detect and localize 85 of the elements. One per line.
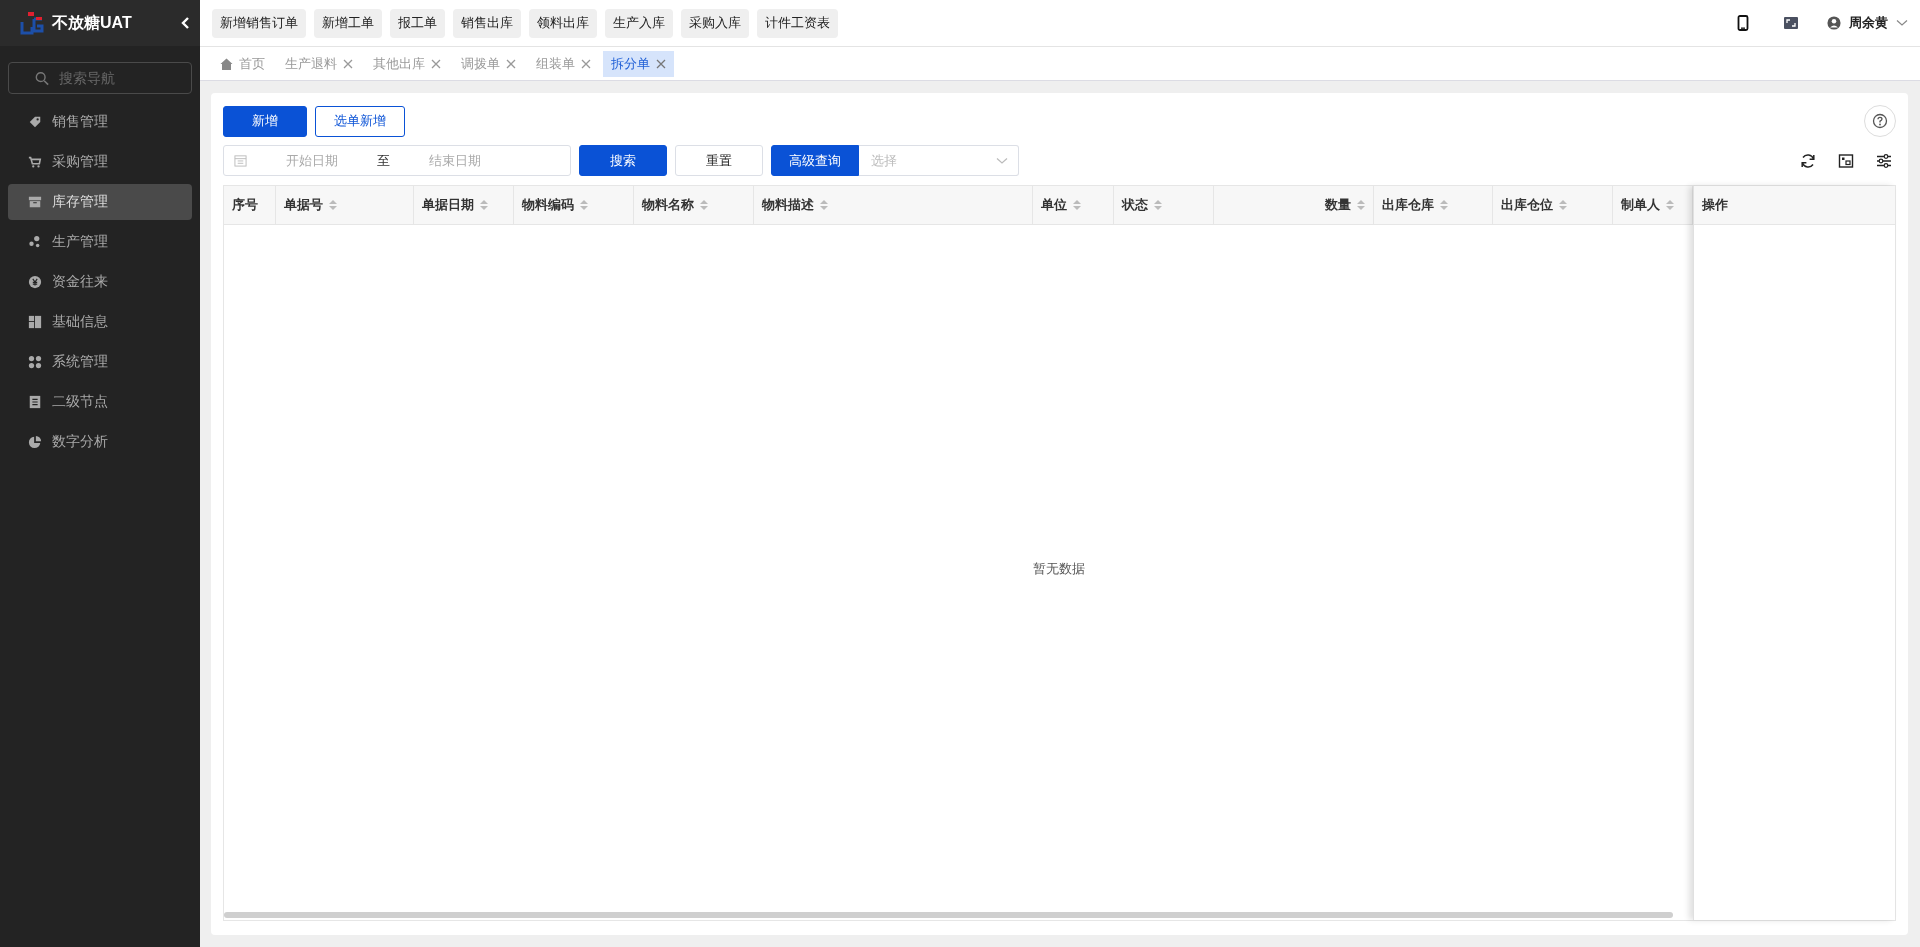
sidebar-item[interactable]: 库存管理 [8,184,192,220]
shortcut-button[interactable]: 领料出库 [529,8,597,38]
sort-icon[interactable] [1154,199,1162,211]
column-header[interactable]: 序号 [224,186,276,224]
refresh-icon[interactable] [1800,152,1816,169]
user-name[interactable]: 周余黄 [1849,14,1888,32]
column-header[interactable]: 数量 [1214,186,1374,224]
calendar-icon [234,154,247,167]
sort-icon[interactable] [700,199,708,211]
logo-icon [20,11,44,35]
sidebar-item[interactable]: 采购管理 [8,144,192,180]
sidebar-item[interactable]: 销售管理 [8,104,192,140]
sort-icon[interactable] [1440,199,1448,211]
chevron-down-icon[interactable] [1896,19,1908,27]
user-avatar-icon[interactable] [1827,16,1841,30]
shortcut-button[interactable]: 新增工单 [314,8,382,38]
search-icon [35,70,49,86]
menu-item-icon [28,275,42,289]
sort-icon[interactable] [820,199,828,211]
close-icon[interactable] [343,58,353,69]
shortcut-button[interactable]: 采购入库 [681,8,749,38]
menu-item-icon [28,395,42,409]
search-field[interactable]: 搜索导航 [8,62,192,94]
column-header[interactable]: 出库仓库 [1374,186,1493,224]
close-icon[interactable] [506,58,516,69]
menu-item-icon [28,235,42,249]
shortcut-button[interactable]: 报工单 [390,8,445,38]
sort-icon[interactable] [480,199,488,211]
close-icon[interactable] [656,58,666,69]
column-header[interactable]: 物料描述 [754,186,1033,224]
sort-icon[interactable] [1357,199,1365,211]
reset-button[interactable]: 重置 [675,145,763,176]
search-input[interactable]: 搜索导航 [57,69,181,87]
page-tab[interactable]: 拆分单 [603,50,674,77]
mobile-icon[interactable] [1735,15,1751,31]
column-header[interactable]: 单据日期 [414,186,514,224]
column-header: 操作 [1701,196,1729,214]
sort-icon[interactable] [329,199,337,211]
action-button[interactable]: 新增 [223,105,307,137]
close-icon[interactable] [581,58,591,69]
column-header[interactable]: 物料名称 [634,186,754,224]
chevron-down-icon[interactable] [996,156,1008,165]
search-button[interactable]: 搜索 [579,145,667,176]
column-header[interactable]: 单位 [1033,186,1114,224]
column-header[interactable]: 出库仓位 [1493,186,1613,224]
action-button[interactable]: 选单新增 [315,105,405,137]
help-button[interactable] [1864,105,1896,137]
sidebar-item[interactable]: 二级节点 [8,384,192,420]
collapse-icon[interactable] [180,16,190,30]
density-icon[interactable] [1838,152,1854,169]
sidebar-item[interactable]: 数字分析 [8,424,192,460]
settings-icon[interactable] [1876,152,1892,169]
horizontal-scrollbar[interactable] [224,912,1673,918]
sidebar-item[interactable]: 系统管理 [8,344,192,380]
menu-item-icon [28,315,42,329]
shortcut-button[interactable]: 新增销售订单 [212,8,306,38]
fullscreen-icon[interactable] [1783,15,1799,31]
menu-item-icon [28,155,42,169]
menu-item-icon [28,195,42,209]
menu-item-icon [28,355,42,369]
sidebar-item[interactable]: 生产管理 [8,224,192,260]
column-header[interactable]: 状态 [1114,186,1214,224]
sort-icon[interactable] [1666,199,1674,211]
sort-icon[interactable] [1073,199,1081,211]
range-separator: 至 [377,151,390,170]
sidebar-item[interactable]: 基础信息 [8,304,192,340]
sidebar-item[interactable]: 资金往来 [8,264,192,300]
column-header[interactable]: 制单人 [1613,186,1693,224]
shortcut-button[interactable]: 计件工资表 [757,8,838,38]
column-header[interactable]: 物料编码 [514,186,634,224]
advanced-search-button[interactable]: 高级查询 [771,145,859,176]
column-header[interactable]: 单据号 [276,186,414,224]
menu-item-icon [28,115,42,129]
menu-item-icon [28,435,42,449]
brand-name: 不放糖UAT [52,12,133,33]
help-icon[interactable] [1872,113,1888,129]
select-field[interactable]: 选择 [859,145,1019,176]
shortcut-button[interactable]: 生产入库 [605,8,673,38]
home-icon [220,57,233,70]
close-icon[interactable] [431,58,441,69]
shortcut-button[interactable]: 销售出库 [453,8,521,38]
empty-state-text: 暂无数据 [1032,559,1085,578]
sort-icon[interactable] [1559,199,1567,211]
sort-icon[interactable] [580,199,588,211]
date-range-field[interactable]: 开始日期 至 结束日期 [223,145,571,176]
